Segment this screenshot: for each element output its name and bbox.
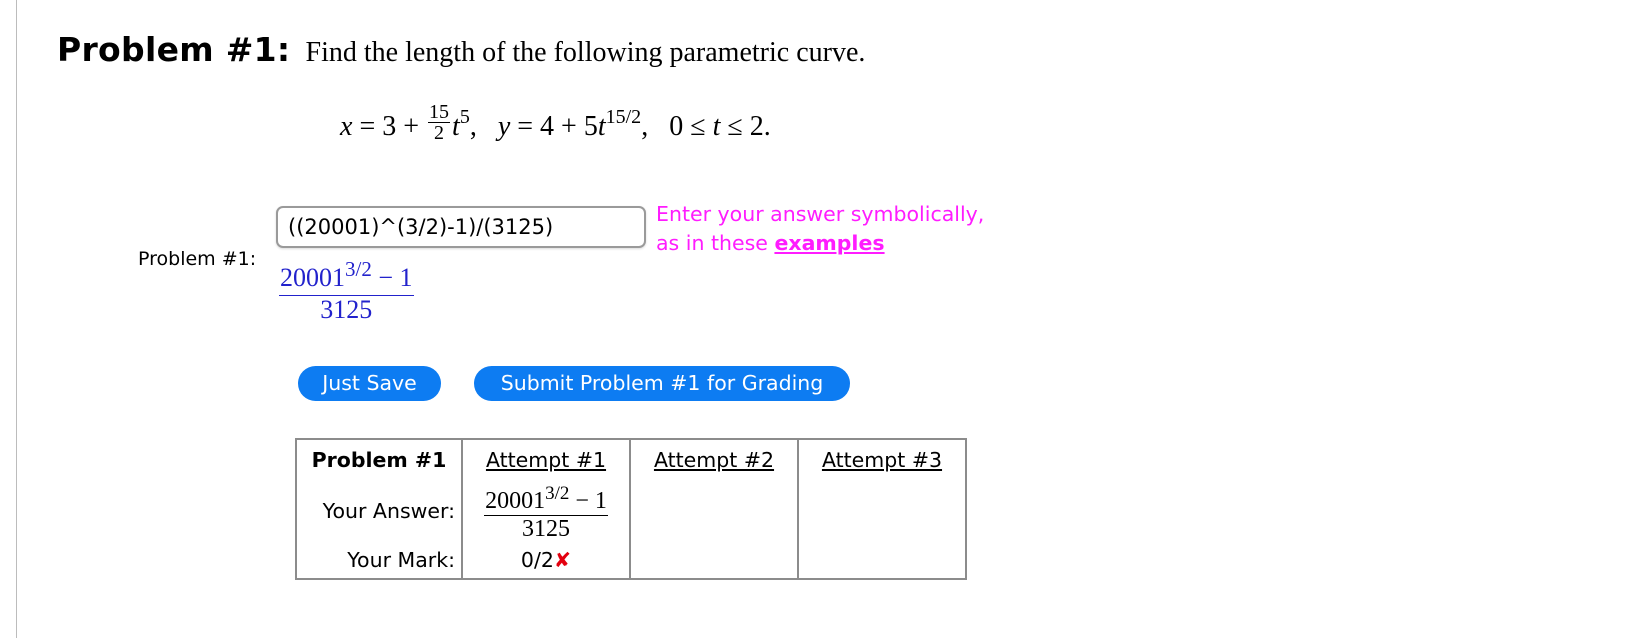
preview-den: 3125 xyxy=(320,295,373,324)
answer-hint: Enter your answer symbolically, as in th… xyxy=(656,200,984,258)
examples-link[interactable]: examples xyxy=(774,231,884,255)
attempt-3-answer xyxy=(797,480,967,542)
eq-x-frac-den: 2 xyxy=(434,122,445,145)
header-attempt-2[interactable]: Attempt #2 xyxy=(629,439,799,480)
eq-x-var: x xyxy=(340,111,353,142)
eq-range-var: t xyxy=(712,111,721,142)
problem-title-row: Problem #1: Find the length of the follo… xyxy=(57,30,865,69)
x-mark-icon: ✘ xyxy=(553,548,572,572)
your-mark-row: Your Mark: 0/2✘ xyxy=(295,542,967,579)
attempt-1-answer: 200013/2 − 1 3125 xyxy=(461,480,631,542)
problem-statement: Find the length of the following paramet… xyxy=(305,37,866,68)
eq-x-fraction: 15 2 xyxy=(428,101,451,145)
eq-x-const: 3 xyxy=(382,111,397,142)
attempt-2-mark xyxy=(629,542,799,579)
hint-line-1: Enter your answer symbolically, xyxy=(656,202,985,226)
your-mark-label: Your Mark: xyxy=(295,542,463,579)
attempt-1-den: 3125 xyxy=(521,516,570,542)
preview-tail: − 1 xyxy=(378,263,413,292)
eq-y-var: y xyxy=(497,111,511,142)
eq-y-exp: 15/2 xyxy=(605,106,642,128)
just-save-button[interactable]: Just Save xyxy=(298,366,441,401)
attempt-1-base: 20001 xyxy=(485,488,546,514)
header-attempt-2-label[interactable]: Attempt #2 xyxy=(654,448,774,472)
attempts-header-row: Problem #1 Attempt #1 Attempt #2 Attempt… xyxy=(295,439,967,480)
eq-y-coef: 5 xyxy=(583,111,598,142)
attempt-1-mark-value: 0/2 xyxy=(520,548,554,572)
answer-input[interactable] xyxy=(276,206,646,248)
attempt-1-tail: − 1 xyxy=(575,488,607,514)
eq-range-high: 2. xyxy=(749,111,771,142)
eq-range-low: 0 xyxy=(669,111,684,142)
header-attempt-3-label[interactable]: Attempt #3 xyxy=(822,448,942,472)
your-answer-label: Your Answer: xyxy=(295,480,463,542)
answer-side-label: Problem #1: xyxy=(138,248,257,270)
submit-grading-button[interactable]: Submit Problem #1 for Grading xyxy=(474,366,850,401)
parametric-equation: x = 3 + 15 2 t5, y = 4 + 5t15/2, 0 ≤ t ≤ 2… xyxy=(340,101,771,145)
attempt-1-exp: 3/2 xyxy=(545,483,570,504)
attempt-1-mark: 0/2✘ xyxy=(461,542,631,579)
attempts-table: Problem #1 Attempt #1 Attempt #2 Attempt… xyxy=(295,438,967,580)
attempt-2-answer xyxy=(629,480,799,542)
header-problem: Problem #1 xyxy=(295,439,463,480)
header-attempt-1-label[interactable]: Attempt #1 xyxy=(486,448,606,472)
problem-label: Problem #1: xyxy=(57,30,291,69)
eq-x-t: t xyxy=(452,111,460,142)
your-answer-row: Your Answer: 200013/2 − 1 3125 xyxy=(295,480,967,542)
answer-preview: 200013/2 − 1 3125 xyxy=(279,252,414,325)
preview-base: 20001 xyxy=(280,263,345,292)
header-attempt-1[interactable]: Attempt #1 xyxy=(461,439,631,480)
hint-line-2: as in these xyxy=(656,231,768,255)
eq-y-t: t xyxy=(597,111,606,142)
eq-x-frac-num: 15 xyxy=(428,101,451,124)
preview-exp: 3/2 xyxy=(345,257,372,281)
eq-x-exp: 5 xyxy=(459,106,470,128)
header-attempt-3[interactable]: Attempt #3 xyxy=(797,439,967,480)
eq-y-const: 4 xyxy=(540,111,555,142)
attempt-3-mark xyxy=(797,542,967,579)
